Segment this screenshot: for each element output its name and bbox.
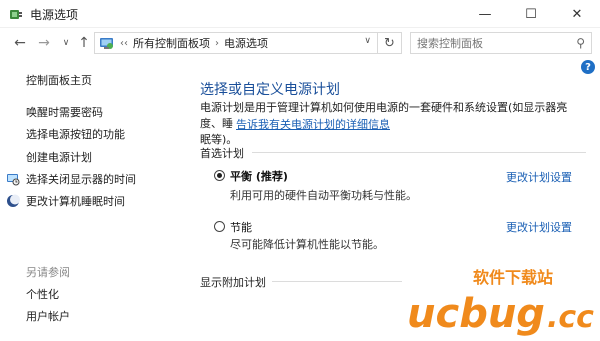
plan-power-saver-name[interactable]: 节能 — [230, 219, 252, 235]
sidebar-item-personalization[interactable]: 个性化 — [26, 286, 59, 302]
page-description-line2: 眠等)。 — [200, 133, 238, 146]
plan-balanced-radio[interactable] — [214, 170, 225, 181]
watermark-line1: 软件下载站 — [473, 268, 553, 287]
sidebar-item-display-off[interactable]: 选择关闭显示器的时间 — [6, 171, 136, 187]
power-plan-info-link[interactable]: 告诉我有关电源计划的详细信息 — [236, 116, 390, 132]
page-title: 选择或自定义电源计划 — [200, 82, 340, 98]
watermark-cc: .cc — [547, 300, 594, 335]
preferred-plans-heading: 首选计划 — [200, 147, 244, 160]
ucbug-watermark-logo: 软件下载站 ucbug .cc — [407, 268, 594, 337]
additional-plans-divider — [272, 281, 402, 282]
window-title: 电源选项 — [30, 8, 79, 22]
plan-power-saver-radio[interactable] — [214, 221, 225, 232]
title-bar: 电源选项 — ☐ ✕ — [0, 0, 600, 28]
moon-icon — [7, 194, 20, 207]
breadcrumb[interactable]: ‹‹ 所有控制面板项 › 电源选项 ∨ — [94, 32, 378, 54]
minimize-button[interactable]: — — [462, 0, 508, 28]
sidebar-item-user-accounts[interactable]: 用户帐户 — [26, 308, 70, 324]
address-bar: ← → ∨ ↑ ‹‹ 所有控制面板项 › 电源选项 ∨ ↻ ⚲ — [0, 28, 600, 58]
back-arrow-icon[interactable]: ← — [10, 33, 30, 53]
recent-locations-chevron-icon[interactable]: ∨ — [56, 33, 76, 53]
breadcrumb-item-all-control-panel[interactable]: 所有控制面板项 — [133, 35, 210, 51]
search-box[interactable]: ⚲ — [410, 32, 592, 54]
close-button[interactable]: ✕ — [554, 0, 600, 28]
preferred-plans-divider — [252, 152, 586, 153]
sidebar-item-display-off-label: 选择关闭显示器的时间 — [26, 173, 136, 186]
sidebar-item-create-plan[interactable]: 创建电源计划 — [26, 149, 92, 165]
control-panel-icon — [100, 38, 113, 49]
sidebar-item-require-password[interactable]: 唤醒时需要密码 — [26, 104, 103, 120]
breadcrumb-separator-icon[interactable]: › — [215, 38, 219, 49]
plan-balanced-change-settings-link[interactable]: 更改计划设置 — [506, 169, 572, 185]
plan-balanced-description: 利用可用的硬件自动平衡功耗与性能。 — [230, 189, 417, 202]
breadcrumb-overflow-icon[interactable]: ‹‹ — [120, 38, 128, 49]
see-also-heading: 另请参阅 — [26, 266, 70, 279]
power-options-app-icon — [10, 10, 22, 19]
search-input[interactable] — [411, 33, 561, 53]
sidebar-item-power-button[interactable]: 选择电源按钮的功能 — [26, 126, 125, 142]
breadcrumb-item-power-options[interactable]: 电源选项 — [224, 35, 268, 51]
sidebar-item-sleep-time-label: 更改计算机睡眠时间 — [26, 195, 125, 208]
forward-arrow-icon[interactable]: → — [34, 33, 54, 53]
address-dropdown-chevron-icon[interactable]: ∨ — [364, 36, 371, 46]
plan-balanced-name[interactable]: 平衡 (推荐) — [230, 168, 288, 184]
help-button[interactable]: ? — [581, 60, 595, 74]
search-icon[interactable]: ⚲ — [576, 36, 585, 50]
maximize-button[interactable]: ☐ — [508, 0, 554, 28]
display-icon — [7, 174, 20, 186]
plan-power-saver-change-settings-link[interactable]: 更改计划设置 — [506, 219, 572, 235]
plan-power-saver-description: 尽可能降低计算机性能以节能。 — [230, 238, 384, 251]
watermark-ucbug: ucbug — [407, 291, 545, 337]
refresh-button[interactable]: ↻ — [378, 32, 402, 54]
show-additional-plans-toggle[interactable]: 显示附加计划 — [200, 274, 266, 290]
sidebar-item-sleep-time[interactable]: 更改计算机睡眠时间 — [6, 193, 125, 209]
up-arrow-icon[interactable]: ↑ — [74, 33, 94, 53]
sidebar-item-control-panel-home[interactable]: 控制面板主页 — [26, 72, 92, 88]
